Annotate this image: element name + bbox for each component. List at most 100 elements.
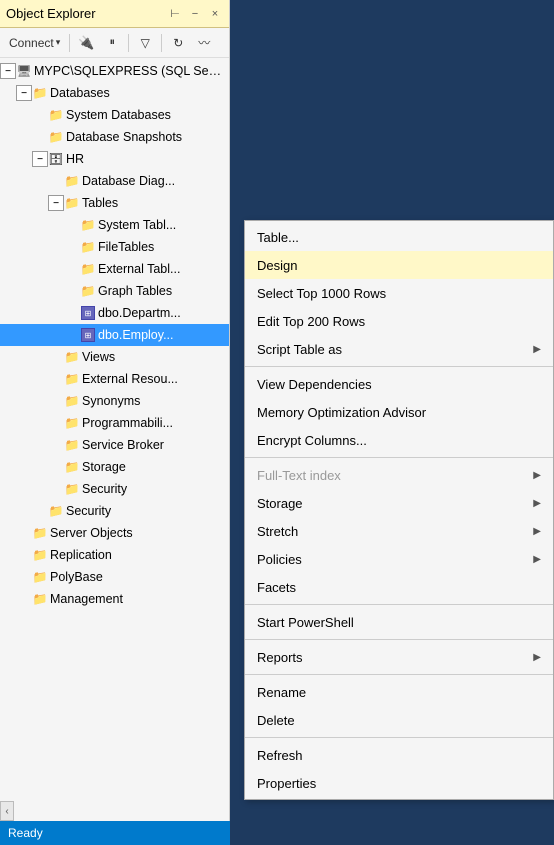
expand-btn-dbo-department[interactable] (64, 305, 80, 321)
tree-item-dbo-department[interactable]: ⊞dbo.Departm... (0, 302, 229, 324)
folder-icon: 📁 (64, 349, 80, 365)
ctx-item-properties[interactable]: Properties (245, 769, 553, 797)
expand-btn-db-diag[interactable] (48, 173, 64, 189)
pause-button[interactable]: ⏸ (100, 32, 124, 54)
ctx-item-powershell[interactable]: Start PowerShell (245, 608, 553, 636)
expand-btn-external-tables[interactable] (64, 261, 80, 277)
ctx-item-policies[interactable]: Policies▶ (245, 545, 553, 573)
toolbar-sep-2 (128, 34, 129, 52)
activity-icon: 〰 (198, 34, 210, 51)
tree-item-filetables[interactable]: 📁FileTables (0, 236, 229, 258)
filter-icon: ▽ (141, 36, 150, 50)
connect-dropdown-arrow[interactable]: ▾ (56, 37, 61, 48)
tree-label-graph-tables: Graph Tables (98, 284, 172, 298)
expand-btn-server[interactable]: − (0, 63, 16, 79)
tree-item-server[interactable]: −🖥MYPC\SQLEXPRESS (SQL Server 15.0.2000 … (0, 60, 229, 82)
tree-item-dbo-employee[interactable]: ⊞dbo.Employ... (0, 324, 229, 346)
expand-btn-synonyms[interactable] (48, 393, 64, 409)
tree-item-polybase[interactable]: 📁PolyBase (0, 566, 229, 588)
tree-item-db-snapshots[interactable]: 📁Database Snapshots (0, 126, 229, 148)
tree-item-security-main[interactable]: 📁Security (0, 500, 229, 522)
tree-item-db-diag[interactable]: 📁Database Diag... (0, 170, 229, 192)
ctx-item-facets[interactable]: Facets (245, 573, 553, 601)
ctx-label-delete: Delete (257, 713, 295, 728)
tree-label-db-diag: Database Diag... (82, 174, 175, 188)
ctx-item-select-top[interactable]: Select Top 1000 Rows (245, 279, 553, 307)
folder-icon: 📁 (48, 107, 64, 123)
tree-item-databases[interactable]: −📁Databases (0, 82, 229, 104)
ctx-item-script-table[interactable]: Script Table as▶ (245, 335, 553, 363)
expand-btn-security-db[interactable] (48, 481, 64, 497)
ctx-label-properties: Properties (257, 776, 316, 791)
tree-item-server-objects[interactable]: 📁Server Objects (0, 522, 229, 544)
tree-item-storage[interactable]: 📁Storage (0, 456, 229, 478)
tree-label-security-db: Security (82, 482, 127, 496)
tree-item-system-dbs[interactable]: 📁System Databases (0, 104, 229, 126)
close-button[interactable]: × (207, 6, 223, 22)
expand-btn-tables[interactable]: − (48, 195, 64, 211)
tree-item-tables[interactable]: −📁Tables (0, 192, 229, 214)
ctx-item-edit-top[interactable]: Edit Top 200 Rows (245, 307, 553, 335)
ctx-label-reports: Reports (257, 650, 303, 665)
ctx-item-refresh[interactable]: Refresh (245, 741, 553, 769)
expand-btn-views[interactable] (48, 349, 64, 365)
connect-button[interactable]: Connect ▾ (4, 32, 65, 54)
ctx-item-rename[interactable]: Rename (245, 678, 553, 706)
expand-btn-graph-tables[interactable] (64, 283, 80, 299)
tree-item-external-tables[interactable]: 📁External Tabl... (0, 258, 229, 280)
ctx-item-encrypt-cols[interactable]: Encrypt Columns... (245, 426, 553, 454)
folder-icon: 📁 (80, 261, 96, 277)
expand-btn-polybase[interactable] (16, 569, 32, 585)
folder-icon: 📁 (64, 415, 80, 431)
expand-btn-security-main[interactable] (32, 503, 48, 519)
ctx-item-memory-opt[interactable]: Memory Optimization Advisor (245, 398, 553, 426)
tree-item-external-resources[interactable]: 📁External Resou... (0, 368, 229, 390)
ctx-item-stretch[interactable]: Stretch▶ (245, 517, 553, 545)
ctx-item-storage[interactable]: Storage▶ (245, 489, 553, 517)
tree-item-system-tables[interactable]: 📁System Tabl... (0, 214, 229, 236)
expand-btn-system-tables[interactable] (64, 217, 80, 233)
expand-btn-system-dbs[interactable] (32, 107, 48, 123)
disconnect-button[interactable]: 🔌 (74, 32, 98, 54)
filter-button[interactable]: ▽ (133, 32, 157, 54)
expand-btn-hr-db[interactable]: − (32, 151, 48, 167)
expand-btn-filetables[interactable] (64, 239, 80, 255)
tree-item-synonyms[interactable]: 📁Synonyms (0, 390, 229, 412)
expand-btn-storage[interactable] (48, 459, 64, 475)
expand-btn-server-objects[interactable] (16, 525, 32, 541)
collapse-panel-button[interactable]: ‹ (0, 801, 14, 821)
expand-btn-service-broker[interactable] (48, 437, 64, 453)
ctx-label-storage: Storage (257, 496, 303, 511)
expand-btn-management[interactable] (16, 591, 32, 607)
ctx-item-delete[interactable]: Delete (245, 706, 553, 734)
pin-button[interactable]: ⊢ (167, 6, 183, 22)
tree-item-views[interactable]: 📁Views (0, 346, 229, 368)
expand-btn-databases[interactable]: − (16, 85, 32, 101)
tree-label-system-dbs: System Databases (66, 108, 171, 122)
tree-item-management[interactable]: 📁Management (0, 588, 229, 610)
tree-item-service-broker[interactable]: 📁Service Broker (0, 434, 229, 456)
tree-item-programmability[interactable]: 📁Programmabili... (0, 412, 229, 434)
ctx-item-view-deps[interactable]: View Dependencies (245, 370, 553, 398)
expand-btn-db-snapshots[interactable] (32, 129, 48, 145)
tree-item-graph-tables[interactable]: 📁Graph Tables (0, 280, 229, 302)
ctx-separator-after-delete (245, 737, 553, 738)
ctx-label-design: Design (257, 258, 297, 273)
folder-icon: 📁 (64, 459, 80, 475)
refresh-button[interactable]: ↻ (166, 32, 190, 54)
minimize-button[interactable]: − (187, 6, 203, 22)
expand-btn-external-resources[interactable] (48, 371, 64, 387)
folder-icon: 📁 (64, 371, 80, 387)
tree-label-tables: Tables (82, 196, 118, 210)
tree-item-hr-db[interactable]: −🗄HR (0, 148, 229, 170)
expand-btn-replication[interactable] (16, 547, 32, 563)
ctx-item-table[interactable]: Table... (245, 223, 553, 251)
activity-button[interactable]: 〰 (192, 32, 216, 54)
expand-btn-programmability[interactable] (48, 415, 64, 431)
expand-btn-dbo-employee[interactable] (64, 327, 80, 343)
ctx-item-reports[interactable]: Reports▶ (245, 643, 553, 671)
status-bar: Ready (0, 821, 230, 845)
ctx-item-design[interactable]: Design (245, 251, 553, 279)
tree-item-replication[interactable]: 📁Replication (0, 544, 229, 566)
tree-item-security-db[interactable]: 📁Security (0, 478, 229, 500)
